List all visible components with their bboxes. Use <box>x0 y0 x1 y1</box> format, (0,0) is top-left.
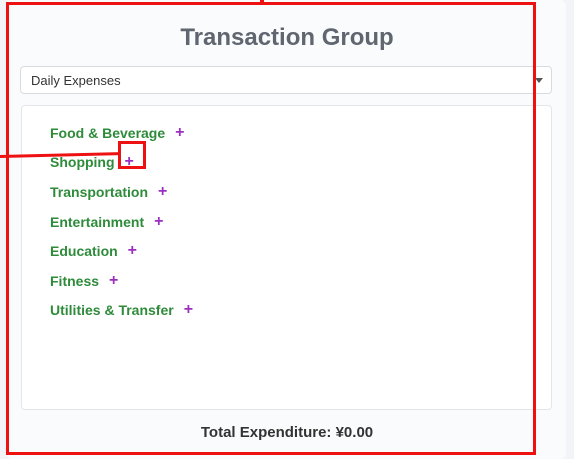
category-item-transportation: Transportation + <box>50 177 193 207</box>
category-label[interactable]: Food & Beverage <box>50 125 165 141</box>
plus-icon[interactable]: + <box>158 183 167 200</box>
group-select-value: Daily Expenses <box>31 73 121 88</box>
plus-icon[interactable]: + <box>109 272 118 289</box>
category-label[interactable]: Entertainment <box>50 214 144 230</box>
category-label[interactable]: Transportation <box>50 184 148 200</box>
category-item-entertainment: Entertainment + <box>50 207 193 237</box>
total-expenditure: Total Expenditure: ¥0.00 <box>200 424 374 441</box>
plus-icon[interactable]: + <box>175 124 184 141</box>
category-label[interactable]: Fitness <box>50 273 99 289</box>
page-title: Transaction Group <box>180 24 394 51</box>
app-window: Transaction Group Daily Expenses Food & … <box>0 0 574 459</box>
category-list-panel: Food & Beverage + Shopping + Transportat… <box>21 105 552 410</box>
plus-icon[interactable]: + <box>184 302 193 318</box>
category-item-fitness: Fitness + <box>50 266 193 296</box>
category-item-utilities-transfer: Utilities & Transfer + <box>50 296 193 326</box>
category-label[interactable]: Shopping <box>50 154 115 170</box>
chevron-down-icon <box>535 78 543 83</box>
category-label[interactable]: Utilities & Transfer <box>50 302 174 318</box>
category-label[interactable]: Education <box>50 243 118 259</box>
annotation-highlight-box <box>118 141 146 169</box>
group-select[interactable]: Daily Expenses <box>20 66 552 94</box>
annotation-tick <box>260 0 264 4</box>
plus-icon[interactable]: + <box>154 213 163 230</box>
category-item-education: Education + <box>50 236 193 266</box>
plus-icon[interactable]: + <box>128 243 137 259</box>
